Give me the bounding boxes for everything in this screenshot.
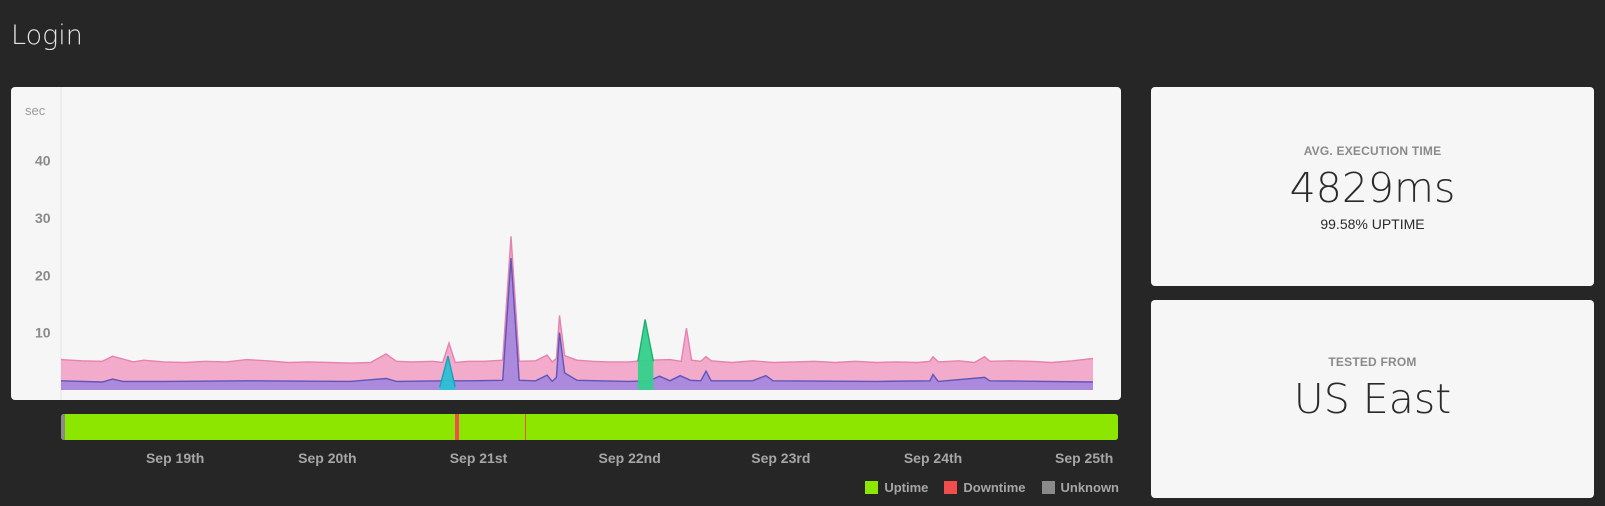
execution-time-value: 4829ms	[1289, 164, 1456, 212]
response-time-chart: sec 40 30 20 10	[11, 87, 1121, 400]
legend-label-unknown: Unknown	[1060, 480, 1120, 495]
uptime-swatch-icon	[865, 481, 879, 494]
tested-from-label: TESTED FROM	[1328, 355, 1417, 369]
legend-item-uptime: Uptime	[865, 480, 928, 495]
x-tick-label: Sep 22nd	[598, 450, 661, 466]
status-segment-uptime	[526, 414, 1118, 440]
legend-item-downtime: Downtime	[944, 480, 1026, 495]
tested-from-value: US East	[1293, 375, 1452, 423]
unknown-swatch-icon	[1041, 481, 1055, 494]
series-area-0	[61, 236, 1093, 390]
execution-time-card: AVG. EXECUTION TIME 4829ms 99.58% UPTIME	[1151, 87, 1594, 286]
x-tick-label: Sep 21st	[449, 450, 508, 466]
chart-svg: sec 40 30 20 10	[25, 87, 1094, 400]
y-tick-label: 10	[35, 325, 51, 341]
status-segment-uptime	[458, 414, 526, 440]
status-legend: Uptime Downtime Unknown	[865, 480, 1119, 495]
legend-label-downtime: Downtime	[963, 480, 1026, 495]
x-tick-label: Sep 23rd	[751, 450, 811, 466]
series-area-3	[637, 319, 654, 390]
status-timeline-bar	[61, 414, 1118, 440]
x-tick-label: Sep 25th	[1054, 450, 1114, 466]
y-tick-label: 40	[35, 153, 51, 169]
series-line-0	[60, 236, 1094, 364]
y-axis-unit: sec	[25, 103, 46, 118]
y-tick-label: 30	[35, 210, 51, 226]
execution-time-label: AVG. EXECUTION TIME	[1303, 144, 1442, 158]
x-tick-label: Sep 24th	[903, 450, 963, 466]
y-tick-label: 20	[35, 267, 51, 283]
tested-from-card: TESTED FROM US East	[1151, 300, 1594, 498]
legend-label-uptime: Uptime	[884, 480, 929, 495]
downtime-swatch-icon	[944, 481, 958, 494]
status-segment-uptime	[65, 414, 456, 440]
legend-item-unknown: Unknown	[1041, 480, 1120, 495]
page-title: Login	[11, 20, 83, 51]
uptime-percentage: 99.58% UPTIME	[1320, 216, 1425, 232]
x-tick-label: Sep 20th	[298, 450, 357, 466]
x-tick-label: Sep 19th	[145, 450, 205, 466]
